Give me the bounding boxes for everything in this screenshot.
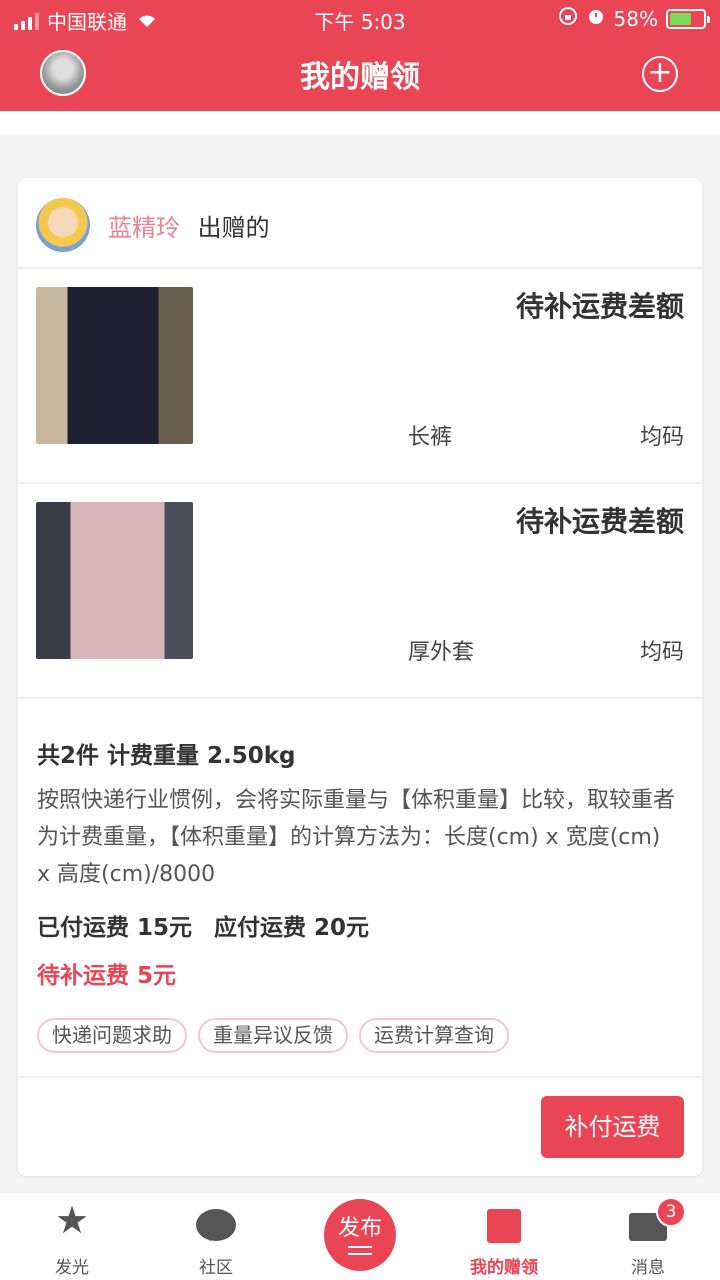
star-icon: ★ <box>54 1198 90 1242</box>
tag-weight-dispute[interactable]: 重量异议反馈 <box>198 1018 348 1053</box>
donor-name[interactable]: 蓝精玲 <box>108 214 180 242</box>
tab-label: 社区 <box>199 1258 233 1278</box>
item-size: 均码 <box>639 425 684 450</box>
battery-icon <box>666 8 710 29</box>
alarm-icon <box>586 6 606 31</box>
list-item[interactable]: 待补运费差额 厚外套 均码 <box>18 484 702 699</box>
shipping-info: 共2件 计费重量 2.50kg 按照快递行业惯例，会将实际重量与【体积重量】比较… <box>18 700 702 1078</box>
tab-messages[interactable]: 3 消息 <box>576 1193 720 1280</box>
item-status: 待补运费差额 <box>515 505 684 538</box>
tab-label: 我的赠领 <box>470 1258 538 1278</box>
top-bar: 中国联通 下午 5:03 58% 我的赠领 + <box>0 0 720 111</box>
donor-avatar[interactable] <box>36 198 90 252</box>
status-bar: 中国联通 下午 5:03 58% <box>0 0 720 36</box>
pay-shipping-button[interactable]: 补付运费 <box>541 1096 684 1158</box>
tab-label: 消息 <box>631 1258 665 1278</box>
due-fee: 待补运费 5元 <box>37 963 177 989</box>
item-image-pants <box>36 287 193 444</box>
item-name: 长裤 <box>408 425 453 450</box>
menu-lines-icon <box>348 1246 372 1255</box>
item-name: 厚外套 <box>408 640 475 665</box>
tag-courier-help[interactable]: 快递问题求助 <box>37 1018 187 1053</box>
fee-summary: 已付运费 15元 应付运费 20元 <box>37 908 369 942</box>
tab-glow[interactable]: ★ 发光 <box>0 1193 144 1280</box>
item-size: 均码 <box>639 640 684 665</box>
tab-label: 发光 <box>55 1258 89 1278</box>
total-weight: 共2件 计费重量 2.50kg <box>37 743 296 769</box>
donor-suffix: 出赠的 <box>197 214 270 242</box>
should-pay-fee: 应付运费 20元 <box>214 915 370 941</box>
paid-fee: 已付运费 15元 <box>37 915 193 941</box>
tab-community[interactable]: 社区 <box>144 1193 288 1280</box>
tab-publish[interactable]: 发布 <box>288 1193 432 1280</box>
list-item[interactable]: 待补运费差额 长裤 均码 <box>18 269 702 484</box>
tag-fee-query[interactable]: 运费计算查询 <box>359 1018 509 1053</box>
gift-card: 蓝精玲 出赠的 待补运费差额 长裤 均码 待补运费差额 厚外套 均码 共2件 计… <box>18 178 702 1176</box>
weight-description: 按照快递行业惯例，会将实际重量与【体积重量】比较，取较重者为计费重量，【体积重量… <box>37 788 676 887</box>
tab-my-gifts[interactable]: 我的赠领 <box>432 1193 576 1280</box>
lock-rotation-icon <box>558 6 578 31</box>
add-button[interactable]: + <box>642 56 678 92</box>
item-status: 待补运费差额 <box>515 290 684 323</box>
navbar: 我的赠领 + <box>0 36 720 111</box>
donor-line: 蓝精玲 出赠的 <box>108 208 270 243</box>
chat-bubble-icon <box>196 1209 236 1241</box>
notification-badge: 3 <box>656 1197 686 1227</box>
publish-icon: 发布 <box>324 1199 396 1271</box>
plus-circle-icon: + <box>647 55 673 90</box>
card-header: 蓝精玲 出赠的 <box>18 178 702 269</box>
publish-label: 发布 <box>337 1216 382 1241</box>
help-tags: 快递问题求助 重量异议反馈 运费计算查询 <box>37 1018 509 1053</box>
gift-box-icon <box>487 1209 521 1243</box>
tab-bar: ★ 发光 社区 发布 我的赠领 3 消息 <box>0 1192 720 1280</box>
page-title: 我的赠领 <box>300 60 420 95</box>
battery-percent: 58% <box>613 6 658 31</box>
item-image-coat <box>36 502 193 659</box>
top-strip <box>0 111 720 135</box>
